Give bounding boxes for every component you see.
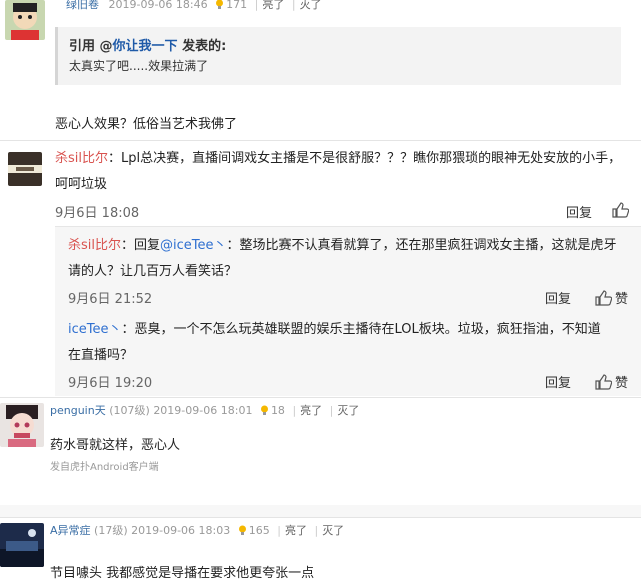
avatar-user-shasilbier[interactable] bbox=[8, 152, 42, 186]
divider bbox=[0, 517, 641, 518]
thumbs-up-icon bbox=[595, 290, 612, 306]
reply-date: 9月6日 21:52 bbox=[68, 292, 153, 307]
username-link[interactable]: 杀sil比尔 bbox=[55, 151, 108, 166]
reply-button[interactable]: 回复 bbox=[545, 372, 571, 391]
user-level: (107级) bbox=[109, 404, 150, 417]
reply-separator: ：回复 bbox=[121, 238, 161, 253]
light-count: 171 bbox=[226, 0, 248, 11]
text-line: 在直播吗？ bbox=[68, 348, 134, 363]
mention-link[interactable]: @iceTee丶 bbox=[160, 238, 227, 253]
username-link[interactable]: A异常症 bbox=[50, 524, 91, 537]
hide-button[interactable]: 灭了 bbox=[322, 524, 344, 537]
light-button[interactable]: 亮了 bbox=[300, 404, 322, 417]
divider bbox=[0, 140, 641, 141]
quote-text: 太真实了吧.....效果拉满了 bbox=[69, 59, 209, 73]
text-line: Lpl总决赛，直播间调戏女主播是不是很舒服？？？瞧你那猥琐的眼神无处安放的小手， bbox=[121, 151, 622, 166]
comment-date: 2019-09-06 18:03 bbox=[131, 524, 231, 537]
text-line: ：整场比赛不认真看就算了，还在那里疯狂调戏女主播，这就是虎牙 bbox=[226, 238, 617, 253]
user-level: (17级) bbox=[94, 524, 128, 537]
comment-meta: penguin天 (107级) 2019-09-06 18:01 18 | 亮了 … bbox=[50, 404, 360, 417]
light-count: 165 bbox=[248, 524, 270, 537]
avatar-user-a[interactable] bbox=[0, 523, 44, 567]
light-button[interactable]: 亮了 bbox=[285, 524, 307, 537]
lightbulb-icon bbox=[238, 525, 246, 535]
hide-button[interactable]: 灭了 bbox=[337, 404, 359, 417]
quote-title: 引用 @你让我一下 发表的: bbox=[69, 35, 226, 54]
name-separator: ： bbox=[108, 151, 122, 166]
text-line: 呵呵垃圾 bbox=[55, 177, 108, 192]
like-label: 赞 bbox=[615, 376, 629, 391]
reply-button[interactable]: 回复 bbox=[566, 202, 592, 221]
like-button[interactable] bbox=[612, 202, 632, 219]
username-link[interactable]: penguin天 bbox=[50, 404, 106, 417]
text-line: ：恶臭，一个不怎么玩英雄联盟的娱乐主播待在LOL板块。垃圾，疯狂指油，不知道 bbox=[121, 322, 601, 337]
comment-body: 恶心人效果？低俗当艺术我佛了 bbox=[55, 117, 238, 132]
comment-meta: 绿旧卷 2019-09-06 18:46 171 | 亮了 | 灭了 bbox=[66, 0, 322, 11]
avatar-user-penguin[interactable] bbox=[0, 403, 44, 447]
reply-button[interactable]: 回复 bbox=[545, 288, 571, 307]
like-button[interactable]: 赞 bbox=[595, 372, 628, 391]
username-link[interactable]: 杀sil比尔 bbox=[68, 238, 121, 253]
comment-date: 2019-09-06 18:01 bbox=[153, 404, 253, 417]
thumbs-up-icon bbox=[612, 202, 629, 218]
like-label: 赞 bbox=[615, 292, 629, 307]
quote-prefix: 引用 @ bbox=[69, 39, 113, 54]
comment-date: 2019-09-06 18:46 bbox=[108, 0, 208, 11]
reply-date: 9月6日 19:20 bbox=[68, 376, 153, 391]
text-line: 请的人？让几百万人看笑话？ bbox=[68, 264, 238, 279]
comment-body: 节目噱头 我都感觉是导播在要求他更夸张一点 bbox=[50, 566, 315, 579]
reply-text: iceTee丶：恶臭，一个不怎么玩英雄联盟的娱乐主播待在LOL板块。垃圾，疯狂指… bbox=[68, 317, 641, 369]
lightbulb-icon bbox=[260, 405, 268, 415]
hide-button[interactable]: 灭了 bbox=[300, 0, 322, 11]
comment-meta: A异常症 (17级) 2019-09-06 18:03 165 | 亮了 | 灭了 bbox=[50, 524, 345, 537]
username-link[interactable]: iceTee丶 bbox=[68, 322, 122, 337]
weibo-comment-text: 杀sil比尔：Lpl总决赛，直播间调戏女主播是不是很舒服？？？瞧你那猥琐的眼神无… bbox=[55, 146, 641, 198]
like-button[interactable]: 赞 bbox=[595, 288, 628, 307]
comment-date: 9月6日 18:08 bbox=[55, 206, 140, 221]
light-count: 18 bbox=[270, 404, 285, 417]
light-button[interactable]: 亮了 bbox=[262, 0, 284, 11]
divider bbox=[0, 397, 641, 398]
avatar-user-lvjiujuan[interactable] bbox=[5, 0, 45, 40]
username-link[interactable]: 绿旧卷 bbox=[66, 0, 99, 11]
lightbulb-icon bbox=[216, 0, 224, 9]
comment-body: 药水哥就这样，恶心人 bbox=[50, 438, 181, 453]
thumbs-up-icon bbox=[595, 374, 612, 390]
quote-suffix: 发表的: bbox=[177, 39, 227, 54]
reply-text: 杀sil比尔：回复@iceTee丶：整场比赛不认真看就算了，还在那里疯狂调戏女主… bbox=[68, 233, 641, 285]
client-source: 发自虎扑Android客户端 bbox=[50, 462, 159, 473]
separator-band bbox=[0, 505, 641, 517]
quoted-user-link[interactable]: 你让我一下 bbox=[113, 39, 178, 54]
quote-block: 引用 @你让我一下 发表的: 太真实了吧.....效果拉满了 bbox=[55, 27, 621, 85]
